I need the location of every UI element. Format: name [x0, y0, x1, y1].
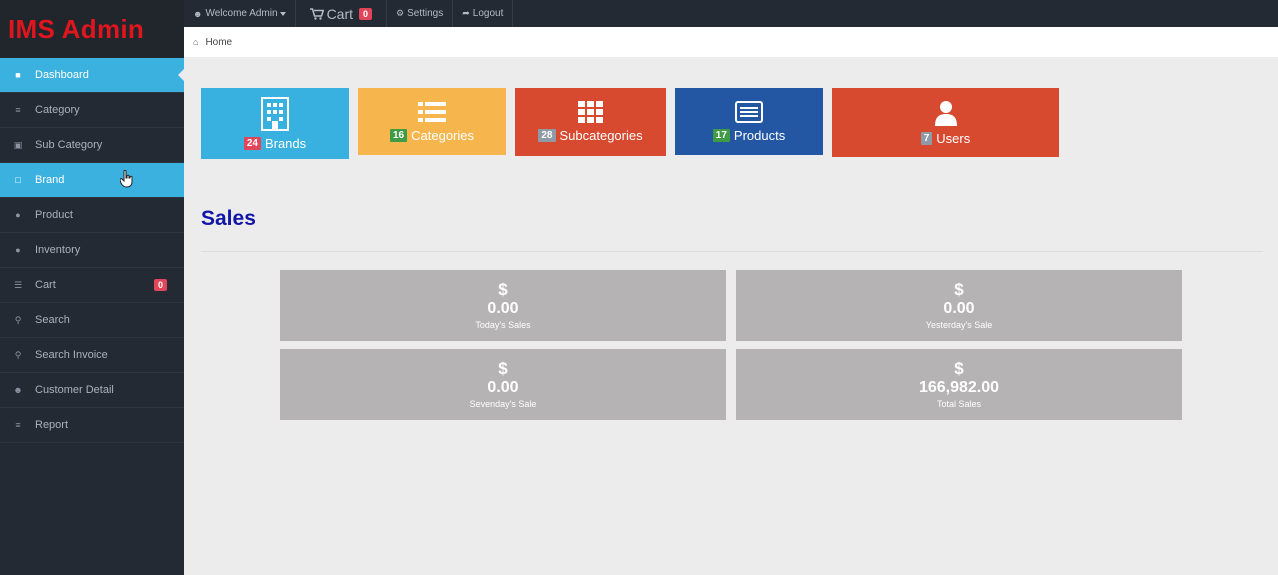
- users-count: 7: [920, 131, 933, 145]
- sidebar-item-inventory[interactable]: ● Inventory: [0, 233, 184, 268]
- stat-total-sales: $ 166,982.00 Total Sales: [736, 349, 1182, 420]
- search-icon: ⚲: [14, 349, 22, 360]
- sidebar-item-label: Sub Category: [35, 139, 103, 151]
- welcome-user-dropdown[interactable]: ☻ Welcome Admin: [184, 0, 296, 27]
- sidebar-item-dashboard[interactable]: ■ Dashboard: [0, 58, 184, 93]
- subcategories-count: 28: [538, 129, 556, 142]
- stat-amount: 166,982.00: [918, 378, 1000, 396]
- stat-amount: 0.00: [487, 378, 519, 396]
- gear-icon: ⚙: [396, 8, 405, 18]
- sidebar-item-label: Category: [35, 104, 80, 116]
- settings-label: Settings: [407, 8, 444, 19]
- cart-icon: ☰: [13, 279, 23, 290]
- sidebar-item-label: Dashboard: [35, 69, 89, 81]
- sidebar-item-brand[interactable]: □ Brand: [0, 163, 184, 198]
- sidebar-item-report[interactable]: ≡ Report: [0, 408, 184, 443]
- tile-users[interactable]: 7 Users: [832, 88, 1059, 157]
- stat-label: Total Sales: [936, 398, 982, 409]
- cart-count-badge: 0: [153, 279, 167, 291]
- sales-heading: Sales: [201, 207, 256, 230]
- tile-label: Categories: [411, 127, 474, 143]
- hand-cursor-icon: [120, 170, 133, 188]
- sidebar-item-label: Product: [35, 209, 73, 221]
- sidebar-item-search-invoice[interactable]: ⚲ Search Invoice: [0, 338, 184, 373]
- stat-amount: 0.00: [487, 299, 519, 317]
- tile-label: Brands: [264, 135, 307, 151]
- sidebar-item-sub-category[interactable]: ▣ Sub Category: [0, 128, 184, 163]
- user-icon: [934, 100, 957, 126]
- app-title: IMS Admin: [8, 13, 145, 44]
- sidebar-item-cart[interactable]: ☰ Cart 0: [0, 268, 184, 303]
- brands-count: 24: [243, 136, 261, 150]
- tile-label: Subcategories: [559, 128, 643, 143]
- sidebar-item-label: Inventory: [35, 244, 81, 256]
- currency-symbol: $: [498, 279, 508, 299]
- tile-subcategories[interactable]: 28 Subcategories: [515, 88, 666, 156]
- inbox-icon: ▣: [13, 139, 23, 150]
- stat-today-sales: $ 0.00 Today's Sales: [280, 270, 726, 341]
- sidebar-item-label: Brand: [35, 174, 65, 186]
- currency-symbol: $: [954, 279, 964, 299]
- tile-label: Products: [733, 127, 786, 143]
- currency-symbol: $: [498, 358, 508, 378]
- sidebar-item-label: Customer Detail: [35, 384, 114, 396]
- cart-label: Cart: [326, 5, 354, 22]
- search-icon: ⚲: [14, 314, 22, 325]
- users-icon: ☻: [13, 385, 23, 395]
- cart-count-badge: 0: [359, 7, 373, 20]
- sidebar-item-label: Search: [35, 314, 70, 326]
- stat-amount: 0.00: [943, 299, 975, 317]
- app-logo[interactable]: IMS Admin: [0, 0, 184, 58]
- currency-symbol: $: [954, 358, 964, 378]
- stat-label: Yesterday's Sale: [925, 319, 993, 330]
- tile-products[interactable]: 17 Products: [675, 88, 823, 155]
- sidebar-item-label: Cart: [35, 279, 56, 291]
- cart-icon: [309, 7, 324, 20]
- sidebar: IMS Admin ■ Dashboard ≡ Category ▣ Sub C…: [0, 0, 184, 575]
- breadcrumb: ⌂ Home: [184, 27, 1278, 57]
- list-icon: ≡: [15, 420, 21, 430]
- breadcrumb-home[interactable]: Home: [205, 37, 232, 48]
- cart-button[interactable]: Cart 0: [296, 0, 388, 27]
- sidebar-item-label: Report: [35, 419, 69, 431]
- share-icon: ➦: [462, 8, 470, 18]
- tile-categories[interactable]: 16 Categories: [358, 88, 506, 155]
- dashboard-icon: ■: [15, 70, 21, 80]
- info-icon: ●: [15, 210, 21, 220]
- building-icon: [261, 96, 289, 131]
- stat-yesterday-sale: $ 0.00 Yesterday's Sale: [736, 270, 1182, 341]
- list-icon: [418, 101, 446, 122]
- logout-label: Logout: [472, 8, 504, 19]
- stat-sevenday-sale: $ 0.00 Sevenday's Sale: [280, 349, 726, 420]
- grid-icon: [577, 101, 603, 123]
- categories-count: 16: [390, 128, 408, 142]
- tile-brands[interactable]: 24 Brands: [201, 88, 349, 159]
- settings-link[interactable]: ⚙ Settings: [387, 0, 454, 27]
- sidebar-item-product[interactable]: ● Product: [0, 198, 184, 233]
- caret-down-icon: [279, 11, 286, 16]
- list-icon: ≡: [15, 105, 21, 115]
- sidebar-item-label: Search Invoice: [35, 349, 108, 361]
- products-count: 17: [712, 128, 730, 142]
- card-icon: [735, 100, 763, 123]
- tile-label: Users: [936, 130, 971, 146]
- sidebar-item-category[interactable]: ≡ Category: [0, 93, 184, 128]
- welcome-label: Welcome Admin: [205, 8, 278, 19]
- home-icon: ⌂: [193, 37, 199, 47]
- logout-link[interactable]: ➦ Logout: [453, 0, 514, 27]
- file-icon: □: [15, 175, 21, 185]
- divider: [201, 251, 1263, 252]
- stat-label: Sevenday's Sale: [469, 398, 537, 409]
- stat-label: Today's Sales: [475, 319, 531, 330]
- top-navbar: ☻ Welcome Admin Cart 0 ⚙ Settings ➦ Logo…: [184, 0, 1278, 27]
- info-icon: ●: [15, 245, 21, 255]
- sidebar-item-search[interactable]: ⚲ Search: [0, 303, 184, 338]
- user-icon: ☻: [193, 8, 203, 19]
- sidebar-item-customer-detail[interactable]: ☻ Customer Detail: [0, 373, 184, 408]
